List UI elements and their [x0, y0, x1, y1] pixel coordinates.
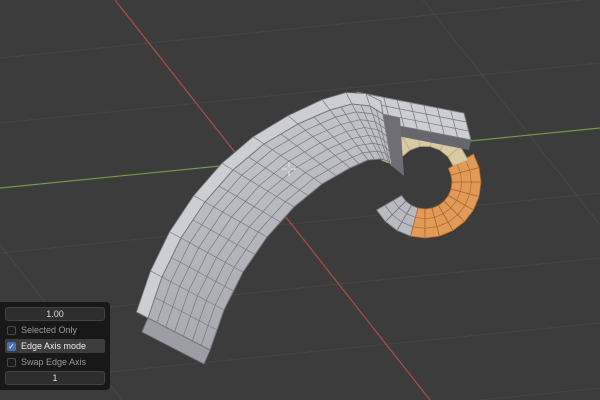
selected-faces[interactable]	[410, 153, 482, 239]
option-row-1[interactable]: ✓ Edge Axis mode	[5, 339, 105, 353]
option-row-0[interactable]: Selected Only	[5, 323, 105, 337]
mesh-object[interactable]	[135, 91, 482, 365]
checkbox-icon[interactable]: ✓	[7, 341, 16, 351]
factor-value: 1.00	[46, 309, 64, 319]
count-field[interactable]: 1	[5, 371, 105, 385]
option-label-selected-only: Selected Only	[21, 325, 78, 335]
arch-band[interactable]	[135, 92, 404, 365]
option-label-edge-axis-mode: Edge Axis mode	[21, 341, 87, 351]
count-value: 1	[52, 373, 58, 383]
checkbox-icon[interactable]	[7, 325, 16, 335]
checkbox-icon[interactable]	[7, 357, 16, 367]
option-label-swap-edge-axis: Swap Edge Axis	[21, 357, 87, 367]
blender-3d-viewport: 1.00 Selected Only ✓ Edge Axis mode Swap…	[0, 0, 600, 400]
factor-slider[interactable]: 1.00	[5, 307, 105, 321]
operator-redo-panel: 1.00 Selected Only ✓ Edge Axis mode Swap…	[0, 302, 110, 390]
option-row-2[interactable]: Swap Edge Axis	[5, 355, 105, 369]
